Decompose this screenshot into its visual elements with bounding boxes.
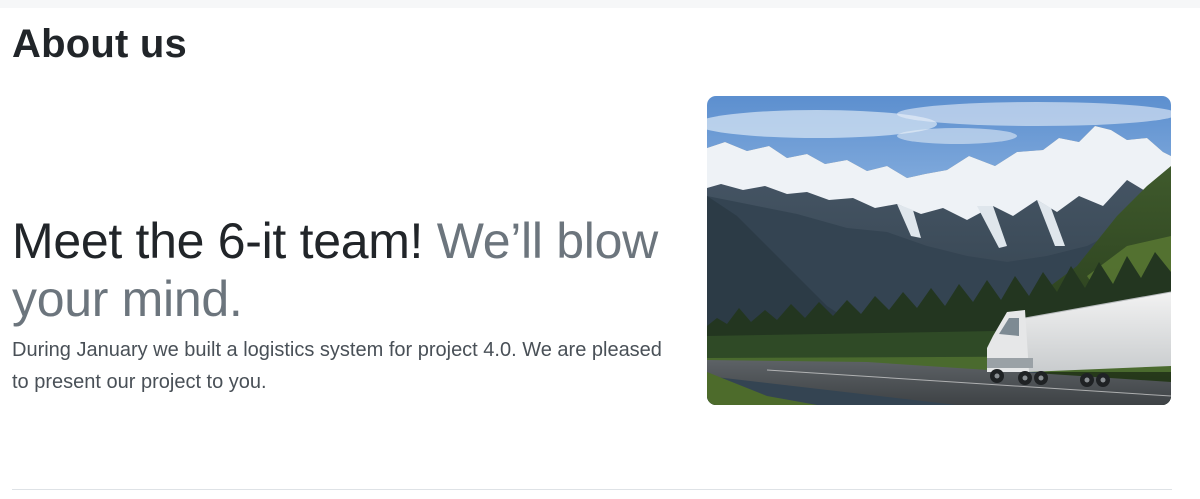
section-divider [12, 489, 1172, 490]
top-bar [0, 0, 1200, 8]
headline-primary: Meet the 6-it team! [12, 213, 424, 269]
hero-lead: During January we built a logistics syst… [12, 339, 662, 393]
hero-text: Meet the 6-it team! We’ll blow your mind… [12, 212, 692, 398]
hero-headline: Meet the 6-it team! We’ll blow your mind… [12, 212, 692, 328]
hero-image-mountain-truck [707, 96, 1171, 405]
page-title: About us [12, 22, 187, 66]
